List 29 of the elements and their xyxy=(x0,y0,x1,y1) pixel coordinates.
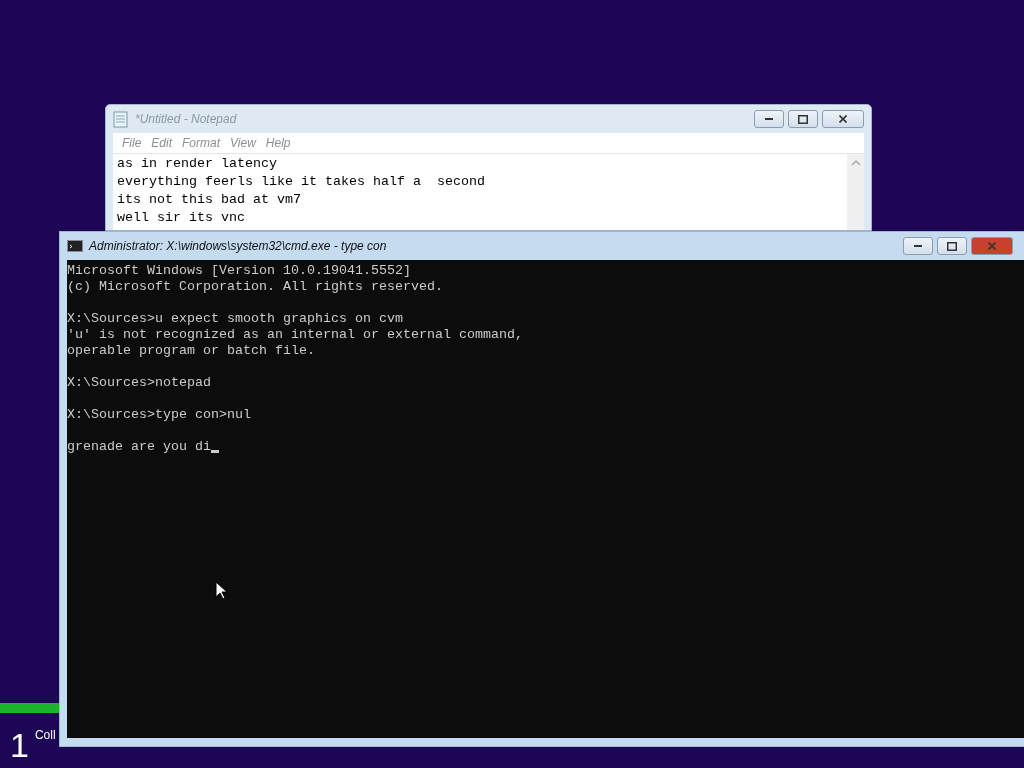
step-label: Coll xyxy=(34,728,56,742)
text-line: its not this bad at vm7 xyxy=(117,191,302,209)
step-number: 1 xyxy=(10,726,29,764)
scroll-up-icon xyxy=(850,159,861,167)
minimize-icon xyxy=(765,118,773,120)
console-line: operable program or batch file. xyxy=(67,343,315,359)
console-line: X:\Sources>u expect smooth graphics on cvm xyxy=(67,311,403,327)
maximize-icon xyxy=(798,114,808,124)
console-line: grenade are you di xyxy=(67,439,211,455)
mouse-pointer-icon xyxy=(215,581,227,600)
console-icon xyxy=(67,237,83,255)
window-title: *Untitled - Notepad xyxy=(135,112,238,126)
console-line: (c) Microsoft Corporation. All rights reserved. xyxy=(67,279,443,295)
close-icon xyxy=(839,115,847,123)
console-line: X:\Sources>notepad xyxy=(67,375,211,391)
close-button[interactable] xyxy=(971,237,1013,255)
console-line: X:\Sources>type con>nul xyxy=(67,407,251,423)
window-title: Administrator: X:\windows\system32\cmd.exe - type con xyxy=(89,239,388,253)
text-line: everything feerls like it takes half a second xyxy=(117,173,486,191)
minimize-button[interactable] xyxy=(903,237,933,255)
console-line: Microsoft Windows [Version 10.0.19041.5552] xyxy=(67,263,411,279)
minimize-icon xyxy=(914,245,922,247)
maximize-icon xyxy=(947,241,957,251)
text-line: as in render latency xyxy=(117,155,278,173)
close-icon xyxy=(988,242,996,250)
console-line: 'u' is not recognized as an internal or external command, xyxy=(67,327,523,343)
text-line: well sir its vnc xyxy=(117,209,246,227)
notepad-icon xyxy=(113,110,129,128)
maximize-button[interactable] xyxy=(937,237,967,255)
